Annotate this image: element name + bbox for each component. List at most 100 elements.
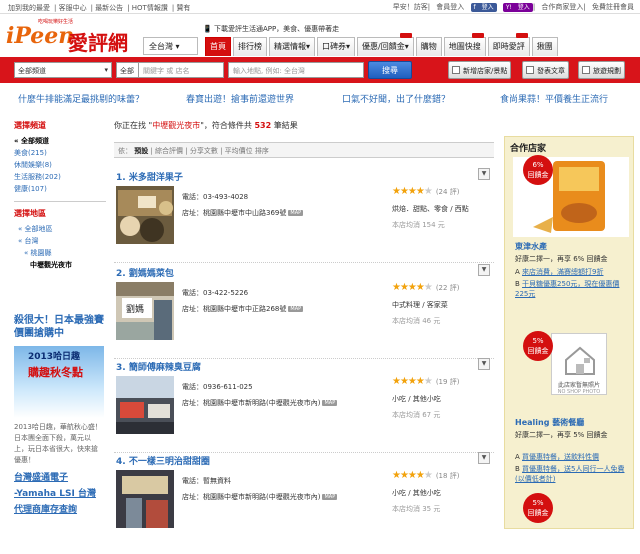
tab-coupon[interactable]: 口碑券▾ (317, 37, 356, 56)
review-count[interactable]: (19 評) (436, 378, 460, 386)
add-favorite-link[interactable]: 加到我的最愛 (8, 4, 50, 12)
map-icon[interactable]: MAP (288, 210, 304, 216)
chevron-down-icon[interactable]: ▼ (478, 358, 490, 370)
map-icon[interactable]: MAP (322, 494, 338, 500)
sort-price[interactable]: 平均價位 (225, 147, 253, 155)
half-star-icon: ★ (423, 282, 433, 293)
map-icon[interactable]: MAP (288, 306, 304, 312)
city-select[interactable]: 全台灣 ▾ (143, 37, 198, 55)
app-download-link[interactable]: 📱 下載愛評生活通APP，美食、優惠帶著走 (203, 24, 339, 34)
keyword-input[interactable]: 關鍵字 或 店名 (138, 62, 224, 78)
tab-home[interactable]: 首頁 (205, 37, 231, 56)
promo-link[interactable]: 口氣不好聞，出了什麼錯？ (342, 92, 450, 105)
partner-shop-name[interactable]: 東津水產 (515, 241, 547, 252)
shop-photo[interactable]: 劉媽 (116, 282, 174, 340)
shop-listing: 2. 劉媽媽菜包 ▼ 劉媽 電話：03-422-5226 店址：桃園縣中壢市中正… (114, 264, 494, 366)
partner-login-link[interactable]: 合作商家登入 (541, 3, 583, 11)
review-count[interactable]: (24 評) (436, 188, 460, 196)
channel-select[interactable]: 全部頻道 ▾ (14, 62, 112, 78)
region-filter-taoyuan[interactable]: « 桃園縣 (14, 247, 106, 259)
shop-category[interactable]: 中式料理 / 客家菜 (392, 300, 448, 310)
shop-category[interactable]: 烘焙．甜點、零食 / 西點 (392, 204, 469, 214)
ad-headline: 殺很大！日本最強賽價團搶購中 (14, 315, 104, 339)
shop-phone: 電話：03-422-5226 (182, 288, 248, 298)
sort-shares[interactable]: 分享文數 (190, 147, 218, 155)
shop-category[interactable]: 小吃 / 其他小吃 (392, 394, 441, 404)
tab-featured[interactable]: 精選情報▾ (269, 37, 316, 56)
tab-group[interactable]: 揪團 (531, 37, 558, 56)
chevron-down-icon[interactable]: ▼ (478, 452, 490, 464)
result-count: 532 (254, 121, 272, 130)
register-link[interactable]: 免費註冊會員 (592, 3, 634, 11)
scope-select[interactable]: 全部 (116, 62, 138, 78)
partner-offer[interactable]: B 干貝糖優惠250元，現在優惠價225元 (515, 279, 627, 299)
cashback-badge: 5% 回饋金 (523, 493, 553, 523)
partner-shop-name[interactable]: Healing 藝術餐廳 (515, 417, 584, 428)
shop-title[interactable]: 2. 劉媽媽菜包 (116, 266, 174, 279)
channel-filter-leisure[interactable]: 休閒娛樂(8) (14, 159, 106, 171)
promo-link[interactable]: 春寶出遊！搶事前還遊世界 (186, 92, 294, 105)
region-filter-current: 中壢觀光夜市 (30, 261, 72, 269)
sidebar-text-ad[interactable]: 台灣盛通電子 -Yamaha LSI 台灣 代理商庫存查詢 (14, 470, 106, 518)
sort-default[interactable]: 預設 (134, 147, 148, 155)
divider (14, 201, 106, 202)
star-icon: ★★★★ (392, 376, 425, 387)
promo-link[interactable]: 什麼牛排能滿足最挑剔的味蕾？ (18, 92, 144, 105)
shop-photo[interactable] (116, 186, 174, 244)
chevron-down-icon[interactable]: ▼ (478, 264, 490, 276)
region-filter-all[interactable]: « 全部地區 (14, 223, 106, 235)
address-value: 桃園縣中壢市新明路(中壢觀光夜市內) (203, 493, 321, 501)
tab-ranking[interactable]: 排行榜 (233, 37, 267, 56)
tab-live-review[interactable]: 即時愛評 (487, 33, 530, 56)
trip-plan-button[interactable]: 旅遊規劃 (578, 61, 625, 79)
address-value: 桃園縣中壢市新明路(中壢觀光夜市內) (203, 399, 321, 407)
post-article-button[interactable]: 發表文章 (522, 61, 569, 79)
channel-filter-all[interactable]: « 全部頻道 (14, 135, 106, 147)
shop-photo[interactable] (116, 376, 174, 434)
channel-filter-title: 選擇頻道 (14, 121, 46, 130)
yahoo-login-button[interactable]: Y! 登入 (502, 3, 533, 12)
no-photo-placeholder[interactable]: 此店家暫無照片 NO SHOP PHOTO (551, 333, 607, 395)
partner-offer[interactable]: A 買優惠特餐，送飲料性價 (515, 452, 599, 462)
search-button[interactable]: 搜尋 (368, 61, 412, 79)
shop-title[interactable]: 1. 米多甜洋果子 (116, 170, 183, 183)
review-count[interactable]: (22 評) (436, 284, 460, 292)
channel-filter-service[interactable]: 生活服務(202) (14, 171, 106, 183)
customer-service-link[interactable]: 客服中心 (59, 4, 87, 12)
shop-listing: 4. 不一樣三明治甜甜圈 ▼ 電話：暫無資料 店址：桃園縣中壢市新明路(中壢觀光… (114, 452, 494, 554)
tab-offers[interactable]: 優惠/回饋金▾ (357, 33, 414, 56)
channel-filter-food[interactable]: 美食(215) (14, 147, 106, 159)
promo-link[interactable]: 食尚果蒜！平價養生正流行 (500, 92, 608, 105)
city-select-value: 全台灣 (149, 42, 173, 51)
announcement-link[interactable]: 最新公告 (95, 4, 123, 12)
tab-coupon-label: 口碑券 (322, 42, 347, 51)
region-filter-taiwan[interactable]: « 台灣 (14, 235, 106, 247)
badge-label: 回饋金 (527, 347, 549, 355)
shop-title[interactable]: 3. 簡師傅麻辣臭豆腐 (116, 360, 201, 373)
review-count[interactable]: (18 評) (436, 472, 460, 480)
channel-filter-health[interactable]: 健康(107) (14, 183, 106, 195)
partner-offer[interactable]: A 來店消費，滿賽總額打9折 (515, 267, 603, 277)
partner-offer[interactable]: B 買優惠特餐，送5人同行一人免費(以價低者計) (515, 464, 627, 484)
offer-text: 干貝糖優惠250元，現在優惠價225元 (515, 280, 620, 298)
tab-shopping[interactable]: 購物 (415, 37, 442, 56)
sidebar-ad[interactable]: 殺很大！日本最強賽價團搶購中 2013哈日趣 購趣秋冬點 2013哈日趣，華航秋… (14, 314, 104, 466)
phone-label: 電話： (182, 289, 203, 297)
sort-order[interactable]: 排序 (255, 147, 269, 155)
svg-text:劉媽: 劉媽 (126, 303, 144, 315)
hot-info-link[interactable]: HOT情報讚 (132, 4, 168, 12)
location-input[interactable]: 輸入地點, 例如: 全台灣 (228, 62, 364, 78)
add-shop-button[interactable]: 新增店家/景點 (448, 61, 512, 79)
star-icon: ★★★★ (392, 186, 425, 197)
shop-title[interactable]: 4. 不一樣三明治甜甜圈 (116, 454, 210, 467)
chevron-down-icon[interactable]: ▼ (478, 168, 490, 180)
facebook-login-button[interactable]: f 登入 (470, 3, 497, 12)
site-logo[interactable]: 吃喝玩樂好生活 iPeen 愛評網 (6, 17, 141, 55)
sort-rating[interactable]: 綜合評價 (155, 147, 183, 155)
like-link[interactable]: 贊有 (176, 4, 190, 12)
tab-map-search[interactable]: 地圖快搜 (443, 33, 486, 56)
shop-photo[interactable] (116, 470, 174, 528)
map-icon[interactable]: MAP (322, 400, 338, 406)
member-login-link[interactable]: 會員登入 (436, 3, 464, 11)
shop-category[interactable]: 小吃 / 其他小吃 (392, 488, 441, 498)
